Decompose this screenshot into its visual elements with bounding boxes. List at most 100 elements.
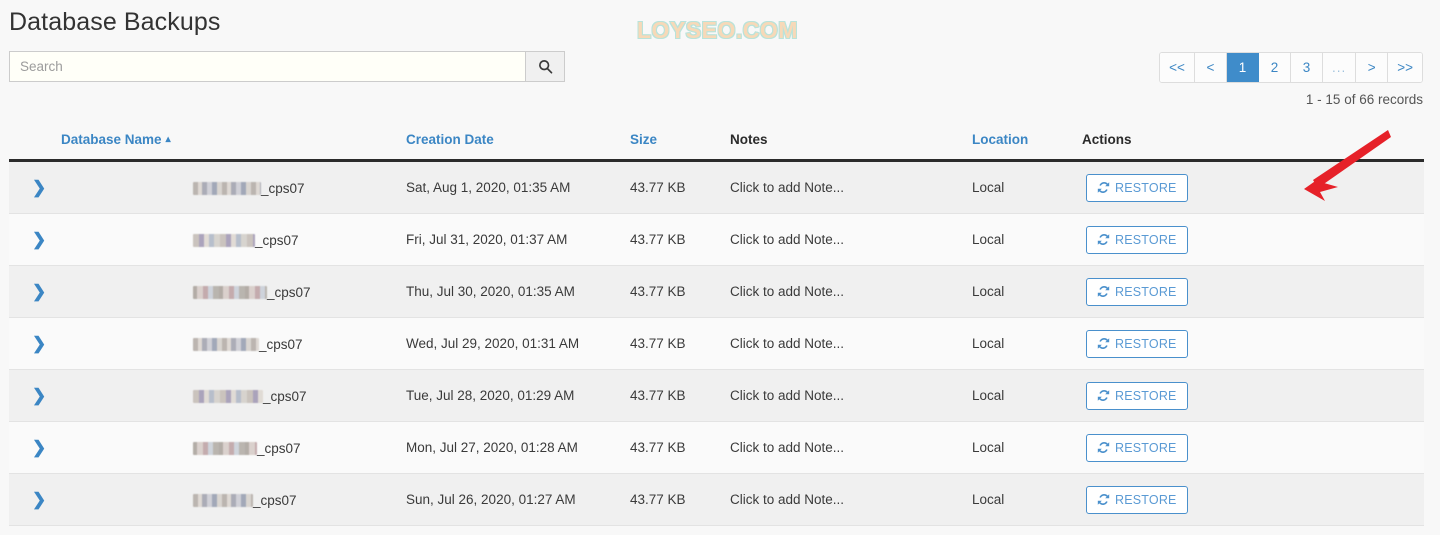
notes-cell[interactable]: Click to add Note... [730, 265, 972, 318]
database-name-cell: _cps07 [61, 317, 406, 370]
database-name-suffix: _cps07 [267, 284, 311, 300]
table-header: Database Name ▴ Creation Date Size Notes Loca… [9, 132, 1424, 162]
database-name-cell: _cps07 [61, 369, 406, 422]
restore-button[interactable]: RESTORE [1086, 381, 1188, 410]
size-cell: 43.77 KB [630, 317, 730, 370]
database-name-suffix: _cps07 [259, 336, 303, 352]
chevron-right-icon[interactable]: ❯ [9, 491, 61, 508]
location-cell: Local [972, 160, 1082, 214]
table-body: ❯ _cps07 Sat, Aug 1, 2020, 01:35 AM 43.77 K… [9, 160, 1424, 526]
table-row[interactable]: ❯ _cps07 Sat, Aug 1, 2020, 01:35 AM 43.77 K… [9, 160, 1424, 214]
pagination[interactable]: << <1 2 3... > >> [1159, 52, 1423, 83]
column-header-creation-date[interactable]: Creation Date [406, 132, 630, 162]
column-header-label: Notes [730, 132, 768, 147]
creation-date-cell: Sun, Jul 26, 2020, 01:27 AM [406, 473, 630, 526]
page-ellipsis[interactable]: ... [1322, 53, 1357, 82]
notes-cell[interactable]: Click to add Note... [730, 213, 972, 266]
backups-table: Database Name ▴ Creation Date Size Notes Loca… [9, 132, 1424, 526]
actions-cell: RESTORE [1082, 473, 1424, 526]
database-name-cell: _cps07 [61, 473, 406, 526]
table-header-row: Database Name ▴ Creation Date Size Notes Loca… [9, 132, 1424, 162]
page-1[interactable]: 1 [1226, 53, 1259, 82]
refresh-icon [1097, 233, 1110, 246]
sort-asc-icon: ▴ [165, 134, 171, 145]
restore-button[interactable]: RESTORE [1086, 277, 1188, 306]
chevron-right-icon[interactable]: ❯ [9, 231, 61, 248]
notes-cell[interactable]: Click to add Note... [730, 421, 972, 474]
prev-page[interactable]: < [1194, 53, 1227, 82]
column-header-size[interactable]: Size [630, 132, 730, 162]
row-expand-cell[interactable]: ❯ [9, 473, 61, 526]
redacted-database-name [193, 441, 257, 455]
creation-date-cell: Sat, Aug 1, 2020, 01:35 AM [406, 160, 630, 214]
row-expand-cell[interactable]: ❯ [9, 213, 61, 266]
restore-button-label: RESTORE [1115, 388, 1177, 403]
row-expand-cell[interactable]: ❯ [9, 160, 61, 214]
row-expand-cell[interactable]: ❯ [9, 265, 61, 318]
table-row[interactable]: ❯ _cps07 Fri, Jul 31, 2020, 01:37 AM 43.77 … [9, 213, 1424, 266]
redacted-database-name [193, 181, 261, 195]
column-header-label: Actions [1082, 132, 1132, 147]
column-header-database-name[interactable]: Database Name ▴ [61, 132, 406, 162]
restore-button[interactable]: RESTORE [1086, 329, 1188, 358]
actions-cell: RESTORE [1082, 317, 1424, 370]
refresh-icon [1097, 441, 1110, 454]
next-page[interactable]: > [1356, 53, 1389, 82]
column-header-expand [9, 132, 61, 162]
chevron-right-icon[interactable]: ❯ [9, 387, 61, 404]
notes-cell[interactable]: Click to add Note... [730, 160, 972, 214]
last-page[interactable]: >> [1388, 53, 1422, 82]
redacted-database-name [193, 285, 267, 299]
first-page[interactable]: << [1160, 53, 1195, 82]
restore-button[interactable]: RESTORE [1086, 433, 1188, 462]
database-name-cell: _cps07 [61, 160, 406, 214]
restore-button[interactable]: RESTORE [1086, 225, 1188, 254]
restore-button-label: RESTORE [1115, 180, 1177, 195]
chevron-right-icon[interactable]: ❯ [9, 335, 61, 352]
actions-cell: RESTORE [1082, 160, 1424, 214]
row-expand-cell[interactable]: ❯ [9, 369, 61, 422]
refresh-icon [1097, 493, 1110, 506]
restore-button-label: RESTORE [1115, 284, 1177, 299]
restore-button-label: RESTORE [1115, 232, 1177, 247]
redacted-database-name [193, 389, 263, 403]
column-header-location[interactable]: Location [972, 132, 1082, 162]
creation-date-cell: Tue, Jul 28, 2020, 01:29 AM [406, 369, 630, 422]
size-cell: 43.77 KB [630, 473, 730, 526]
creation-date-cell: Fri, Jul 31, 2020, 01:37 AM [406, 213, 630, 266]
column-header-label: Database Name [61, 132, 162, 147]
table-row[interactable]: ❯ _cps07 Sun, Jul 26, 2020, 01:27 AM 43.77 … [9, 473, 1424, 526]
search-group [9, 51, 565, 82]
refresh-icon [1097, 389, 1110, 402]
table-row[interactable]: ❯ _cps07 Thu, Jul 30, 2020, 01:35 AM 43.77 … [9, 265, 1424, 318]
notes-cell[interactable]: Click to add Note... [730, 317, 972, 370]
chevron-right-icon[interactable]: ❯ [9, 283, 61, 300]
restore-button[interactable]: RESTORE [1086, 173, 1188, 202]
search-button[interactable] [525, 51, 565, 82]
database-name-suffix: _cps07 [253, 492, 297, 508]
refresh-icon [1097, 285, 1110, 298]
search-icon [538, 59, 553, 74]
restore-button[interactable]: RESTORE [1086, 485, 1188, 514]
database-name-suffix: _cps07 [257, 440, 301, 456]
notes-cell[interactable]: Click to add Note... [730, 473, 972, 526]
chevron-right-icon[interactable]: ❯ [9, 179, 61, 196]
chevron-right-icon[interactable]: ❯ [9, 439, 61, 456]
redacted-database-name [193, 493, 253, 507]
table-row[interactable]: ❯ _cps07 Tue, Jul 28, 2020, 01:29 AM 43.77 … [9, 369, 1424, 422]
page-2[interactable]: 2 [1258, 53, 1291, 82]
location-cell: Local [972, 213, 1082, 266]
table-row[interactable]: ❯ _cps07 Wed, Jul 29, 2020, 01:31 AM 43.77 … [9, 317, 1424, 370]
actions-cell: RESTORE [1082, 369, 1424, 422]
row-expand-cell[interactable]: ❯ [9, 317, 61, 370]
page-3[interactable]: 3 [1290, 53, 1323, 82]
database-name-cell: _cps07 [61, 421, 406, 474]
column-header-label: Location [972, 132, 1029, 147]
notes-cell[interactable]: Click to add Note... [730, 369, 972, 422]
search-input[interactable] [9, 51, 525, 82]
column-header-notes: Notes [730, 132, 972, 162]
column-header-label: Size [630, 132, 658, 147]
restore-button-label: RESTORE [1115, 492, 1177, 507]
table-row[interactable]: ❯ _cps07 Mon, Jul 27, 2020, 01:28 AM 43.77 … [9, 421, 1424, 474]
row-expand-cell[interactable]: ❯ [9, 421, 61, 474]
